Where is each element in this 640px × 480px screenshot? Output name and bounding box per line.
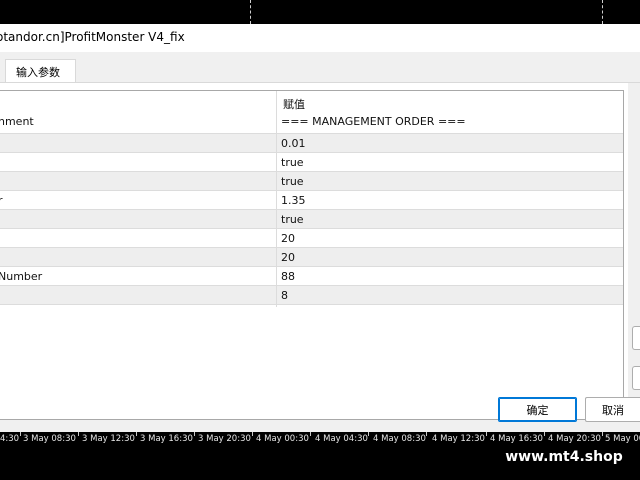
header-row-value[interactable]: === MANAGEMENT ORDER === bbox=[281, 115, 466, 128]
time-tick bbox=[426, 432, 427, 436]
cancel-button[interactable]: 取消 bbox=[585, 397, 640, 422]
time-label: 3 May 16:30 bbox=[140, 434, 193, 444]
chart-grid-line bbox=[250, 0, 251, 24]
chart-area bbox=[0, 0, 640, 24]
tab-inputs-label: 输入参数 bbox=[16, 66, 60, 79]
time-label: 4 May 20:30 bbox=[548, 434, 601, 444]
time-label: 4 May 04:30 bbox=[315, 434, 368, 444]
table-row[interactable]: 20 bbox=[0, 229, 623, 248]
time-tick bbox=[602, 432, 603, 436]
table-row[interactable]: true bbox=[0, 153, 623, 172]
dialog-title: otandor.cn]ProfitMonster V4_fix bbox=[0, 30, 185, 44]
screen: otandor.cn]ProfitMonster V4_fix 输入参数 赋值 … bbox=[0, 0, 640, 480]
time-tick bbox=[486, 432, 487, 436]
time-label: 4 May 08:30 bbox=[373, 434, 426, 444]
column-divider bbox=[276, 91, 277, 307]
table-row[interactable]: Number 88 bbox=[0, 267, 623, 286]
time-tick bbox=[194, 432, 195, 436]
time-tick bbox=[136, 432, 137, 436]
grid-header: 赋值 nment === MANAGEMENT ORDER === bbox=[0, 91, 623, 134]
table-row[interactable]: 20 bbox=[0, 248, 623, 267]
table-row[interactable]: 0.01 bbox=[0, 134, 623, 153]
tab-inputs[interactable]: 输入参数 bbox=[5, 59, 76, 83]
time-label: 4:30 bbox=[0, 434, 20, 444]
table-row[interactable]: r 1.35 bbox=[0, 191, 623, 210]
table-row[interactable]: true bbox=[0, 210, 623, 229]
time-label: 4 May 16:30 bbox=[490, 434, 543, 444]
table-row[interactable]: 8 bbox=[0, 286, 623, 305]
table-row[interactable]: true bbox=[0, 172, 623, 191]
param-value[interactable]: true bbox=[281, 213, 304, 226]
inputs-grid: 赋值 nment === MANAGEMENT ORDER === 0.01 t… bbox=[0, 90, 624, 420]
chart-grid-line bbox=[602, 0, 603, 24]
time-label: 3 May 12:30 bbox=[82, 434, 135, 444]
param-name: Number bbox=[0, 270, 43, 283]
column-header-value: 赋值 bbox=[283, 98, 305, 111]
param-name: r bbox=[0, 194, 3, 207]
site-watermark: www.mt4.shop bbox=[497, 446, 631, 468]
time-tick bbox=[544, 432, 545, 436]
param-value[interactable]: 0.01 bbox=[281, 137, 306, 150]
param-value[interactable]: 1.35 bbox=[281, 194, 306, 207]
param-value[interactable]: 8 bbox=[281, 289, 288, 302]
time-tick bbox=[310, 432, 311, 436]
param-value[interactable]: true bbox=[281, 156, 304, 169]
time-label: 3 May 08:30 bbox=[23, 434, 76, 444]
time-tick bbox=[78, 432, 79, 436]
time-tick bbox=[252, 432, 253, 436]
header-row-name: nment bbox=[0, 115, 34, 128]
ok-button[interactable]: 确定 bbox=[498, 397, 577, 422]
time-label: 3 May 20:30 bbox=[198, 434, 251, 444]
param-value[interactable]: 88 bbox=[281, 270, 295, 283]
save-button-edge[interactable] bbox=[632, 366, 640, 390]
dialog-titlebar: otandor.cn]ProfitMonster V4_fix bbox=[0, 24, 640, 52]
param-value[interactable]: 20 bbox=[281, 232, 295, 245]
ea-properties-dialog: otandor.cn]ProfitMonster V4_fix 输入参数 赋值 … bbox=[0, 24, 640, 432]
param-value[interactable]: 20 bbox=[281, 251, 295, 264]
time-tick bbox=[368, 432, 369, 436]
time-label: 5 May 00:30 bbox=[605, 434, 640, 444]
time-label: 4 May 12:30 bbox=[432, 434, 485, 444]
time-tick bbox=[20, 432, 21, 436]
time-label: 4 May 00:30 bbox=[256, 434, 309, 444]
load-button-edge[interactable] bbox=[632, 326, 640, 350]
param-value[interactable]: true bbox=[281, 175, 304, 188]
